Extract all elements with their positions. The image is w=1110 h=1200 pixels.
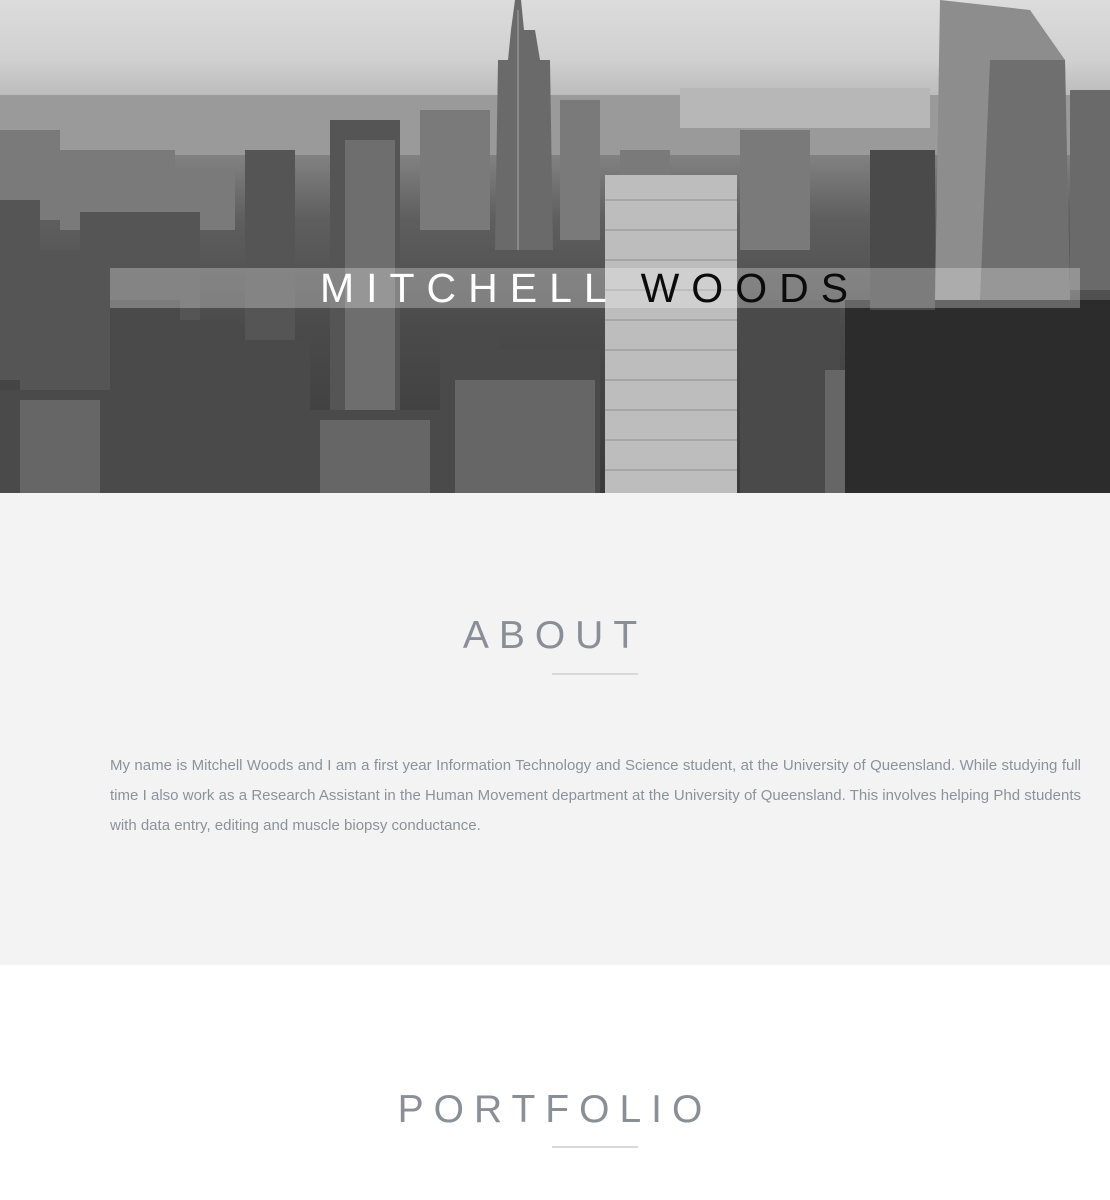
about-heading: ABOUT <box>462 614 648 657</box>
site-title: MITCHELL WOODS <box>0 264 1110 312</box>
about-heading-rule <box>552 673 638 675</box>
about-section: ABOUT My name is Mitchell Woods and I am… <box>0 493 1110 965</box>
about-body: My name is Mitchell Woods and I am a fir… <box>110 757 1081 834</box>
site-title-last-name: WOODS <box>640 265 861 311</box>
site-title-first-name: MITCHELL <box>319 265 618 311</box>
portfolio-heading: PORTFOLIO <box>397 1088 713 1131</box>
city-skyline-image <box>0 0 1110 493</box>
portfolio-heading-rule <box>552 1146 638 1148</box>
hero-banner: MITCHELL WOODS <box>0 0 1110 493</box>
portfolio-section: PORTFOLIO <box>0 965 1110 1200</box>
